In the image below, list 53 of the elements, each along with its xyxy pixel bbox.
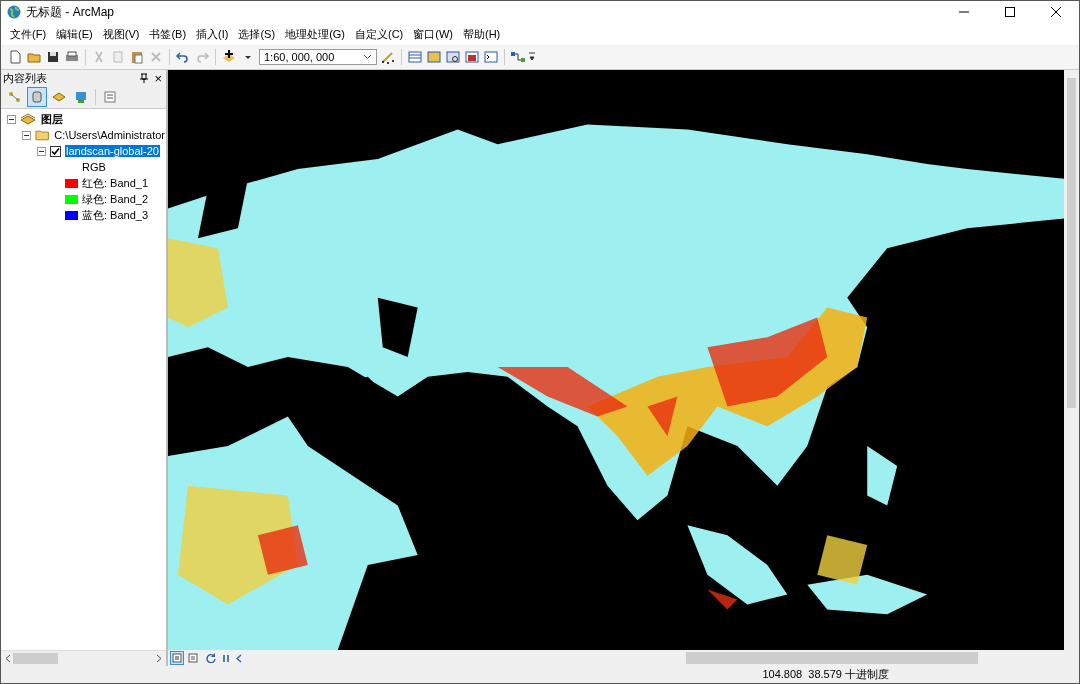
legend-label: 红色: Band_1 <box>82 175 149 191</box>
paste-icon[interactable] <box>129 49 145 65</box>
overflow-icon[interactable] <box>529 52 535 62</box>
menu-item[interactable]: 插入(I) <box>191 26 234 42</box>
legend-label: 蓝色: Band_3 <box>82 207 149 223</box>
data-frame-name[interactable]: 图层 <box>40 111 64 127</box>
layout-view-icon[interactable] <box>186 651 200 665</box>
renderer-label: RGB <box>81 160 107 175</box>
scroll-left-icon[interactable] <box>236 653 242 663</box>
pin-icon[interactable] <box>140 73 149 83</box>
data-view-icon[interactable] <box>170 651 184 665</box>
folder-icon <box>35 129 50 141</box>
folder-path[interactable]: C:\Users\Administrator <box>53 129 166 141</box>
coordinate-readout: 104.808 38.579 十进制度 <box>762 667 889 682</box>
scroll-right-icon[interactable] <box>156 654 162 663</box>
menu-item[interactable]: 文件(F) <box>5 26 52 42</box>
scrollbar-thumb[interactable] <box>13 653 58 664</box>
map-drawing[interactable] <box>168 70 1064 650</box>
close-button[interactable]: × <box>154 71 162 85</box>
menu-item[interactable]: 书签(B) <box>144 26 192 42</box>
legend-label: 绿色: Band_2 <box>82 191 149 207</box>
menu-item[interactable]: 视图(V) <box>97 26 145 42</box>
menu-item[interactable]: 窗口(W) <box>408 26 458 42</box>
expander-icon[interactable] <box>22 130 31 140</box>
refresh-icon[interactable] <box>206 653 216 663</box>
save-icon[interactable] <box>45 49 61 65</box>
checkbox[interactable] <box>50 145 61 157</box>
menu-item[interactable]: 编辑(E) <box>51 26 98 42</box>
expander-icon[interactable] <box>7 114 16 124</box>
menu-item[interactable]: 自定义(C) <box>350 26 409 42</box>
menu-item[interactable]: 帮助(H) <box>458 26 506 42</box>
model-builder-icon[interactable] <box>510 49 526 65</box>
layers-icon <box>20 113 36 125</box>
window-title: 无标题 - ArcMap <box>26 3 114 21</box>
toolbox-window-icon[interactable] <box>464 49 480 65</box>
python-window-icon[interactable] <box>483 49 499 65</box>
new-file-icon[interactable] <box>7 49 23 65</box>
scale-dropdown[interactable]: 1:60, 000, 000 <box>259 49 377 65</box>
layer-name[interactable]: landscan-global-20 <box>65 145 160 157</box>
menu-item[interactable]: 地理处理(G) <box>280 26 350 42</box>
list-by-source-icon[interactable] <box>27 87 47 107</box>
dropdown-caret-icon[interactable] <box>363 54 372 60</box>
add-data-icon[interactable] <box>221 49 237 65</box>
table-window-icon[interactable] <box>407 49 423 65</box>
panel-title: 内容列表 <box>3 70 47 86</box>
scroll-left-icon[interactable] <box>5 654 11 663</box>
globe-icon <box>7 5 21 19</box>
expander-icon[interactable] <box>37 146 46 156</box>
menu-item[interactable]: 选择(S) <box>233 26 281 42</box>
undo-icon[interactable] <box>175 49 191 65</box>
search-window-icon[interactable] <box>445 49 461 65</box>
pause-icon[interactable] <box>222 653 230 663</box>
editor-icon[interactable] <box>380 49 396 65</box>
